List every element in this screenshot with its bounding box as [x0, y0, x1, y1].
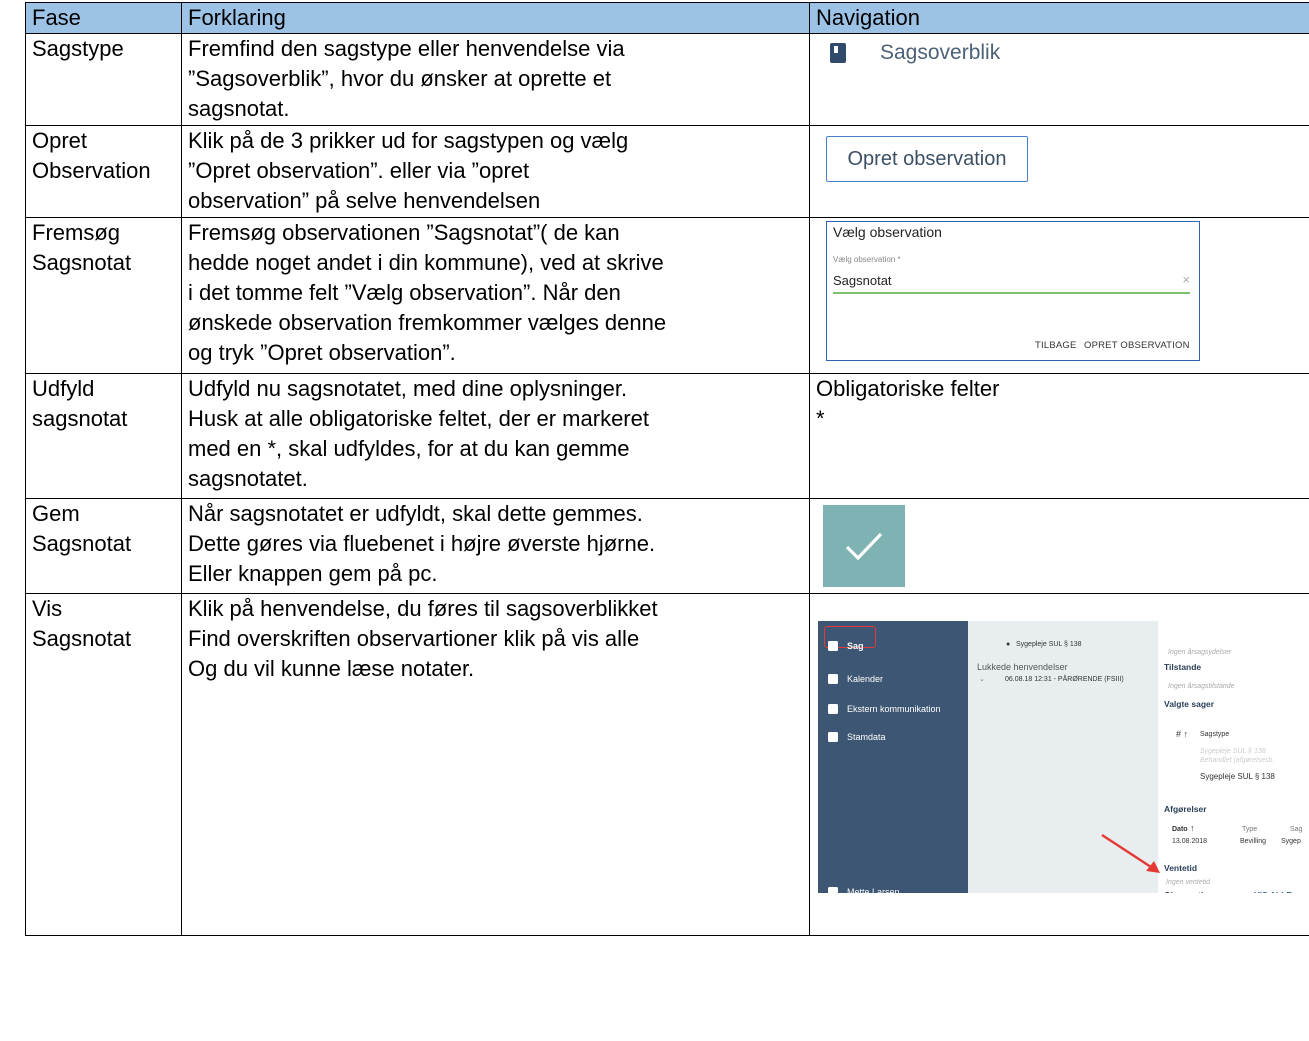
sidebar-item-label: Kalender — [847, 674, 884, 684]
sort-up-icon[interactable]: # ↑ — [1176, 719, 1188, 749]
sidebar-item-label: Sag — [847, 641, 864, 651]
afg-type: Bevilling — [1240, 838, 1267, 845]
header-forklaring: Forklaring — [181, 2, 810, 34]
observation-search-input[interactable]: Sagsnotat — [833, 273, 892, 289]
sidebar-item-kalender[interactable]: Kalender — [828, 664, 883, 694]
guide-table: Fase Forklaring Navigation Sagstype Frem… — [25, 2, 1309, 936]
clear-icon[interactable]: × — [1182, 272, 1190, 288]
save-check-button[interactable] — [823, 505, 905, 587]
sidebar-item-label: Stamdata — [847, 732, 886, 742]
vis-alle-button[interactable]: VIS ALLE — [1254, 880, 1292, 893]
forklaring-cell: Klik på henvendelse, du føres til sagsov… — [188, 596, 658, 681]
table-row: Gem Sagsnotat Når sagsnotatet er udfyldt… — [25, 498, 1309, 594]
chevron-down-icon[interactable]: ⌄ — [979, 665, 985, 695]
forklaring-cell: Udfyld nu sagsnotatet, med dine oplysnin… — [188, 376, 649, 491]
sagsoverblik-label: Sagsoverblik — [880, 41, 1001, 64]
table-row: Opret Observation Klik på de 3 prikker u… — [25, 125, 1309, 218]
valgte-sager-heading: Valgte sager — [1164, 699, 1215, 709]
field-label: Vælg observation * — [833, 255, 901, 264]
tilbage-button[interactable]: TILBAGE — [1035, 340, 1077, 352]
table-row: Sagstype Fremfind den sagstype eller hen… — [25, 33, 1309, 126]
sidebar-item-label: Ekstern kommunikation — [847, 704, 941, 714]
person-icon — [828, 732, 838, 742]
sidebar-item-stamdata[interactable]: Stamdata — [828, 722, 886, 752]
check-icon — [845, 532, 883, 561]
fase-cell: Opret Observation — [32, 128, 151, 183]
observationer-heading: Observationer — [1164, 880, 1222, 893]
dialog-title: Vælg observation — [833, 224, 942, 240]
fase-cell: Gem Sagsnotat — [32, 501, 132, 556]
fase-cell: Fremsøg Sagsnotat — [32, 220, 132, 275]
sagsoverblik-screenshot: Sag Kalender Ekstern kommunikation Stamd… — [818, 621, 1309, 893]
app-sidebar: Sag Kalender Ekstern kommunikation Stamd… — [818, 621, 968, 893]
table-row: Udfyld sagsnotat Udfyld nu sagsnotatet, … — [25, 373, 1309, 499]
opret-observation-button[interactable]: Opret observation — [826, 136, 1028, 182]
forklaring-cell: Klik på de 3 prikker ud for sagstypen og… — [188, 128, 629, 213]
header-fase: Fase — [25, 2, 182, 34]
afg-sag: Sygep — [1281, 838, 1301, 845]
sidebar-user[interactable]: Mette Larsen — [828, 877, 900, 893]
sidebar-item-sag[interactable]: Sag — [828, 631, 864, 661]
mail-icon — [828, 704, 838, 714]
obligatoriske-felter-note: Obligatoriske felter * — [816, 376, 1000, 431]
calendar-icon — [828, 674, 838, 684]
sag-row[interactable]: Sygepleje SUL § 138 — [1200, 762, 1275, 792]
book-icon — [828, 641, 838, 651]
app-right-panel: Ingen årsagsydelser Tilstande Ingen årsa… — [1158, 621, 1309, 893]
fase-cell: Vis Sagsnotat — [32, 596, 132, 651]
forklaring-cell: Fremsøg observationen ”Sagsnotat”( de ka… — [188, 220, 667, 365]
input-underline — [833, 292, 1190, 294]
sidebar-item-ekstern[interactable]: Ekstern kommunikation — [828, 694, 941, 724]
forklaring-cell: Når sagsnotatet er udfyldt, skal dette g… — [188, 501, 656, 586]
red-arrow-icon — [1101, 833, 1160, 873]
header-navigation: Navigation — [809, 2, 1309, 34]
opret-observation-confirm-button[interactable]: OPRET OBSERVATION — [1084, 340, 1190, 352]
fase-cell: Udfyld sagsnotat — [32, 376, 128, 431]
user-name: Mette Larsen — [847, 887, 900, 893]
fase-cell: Sagstype — [32, 36, 124, 61]
table-row: Fremsøg Sagsnotat Fremsøg observationen … — [25, 217, 1309, 374]
henvendelse-entry[interactable]: 06.08.18 12:31 - PÅRØRENDE (FSIII) — [1005, 665, 1124, 695]
sagsoverblik-nav[interactable]: Sagsoverblik — [830, 38, 1309, 68]
book-icon — [830, 43, 846, 63]
forklaring-cell: Fremfind den sagstype eller henvendelse … — [188, 36, 625, 121]
table-row: Vis Sagsnotat Klik på henvendelse, du fø… — [25, 593, 1309, 936]
vaelg-observation-dialog: Vælg observation Vælg observation * Sags… — [826, 221, 1200, 361]
user-card-icon — [828, 887, 838, 893]
